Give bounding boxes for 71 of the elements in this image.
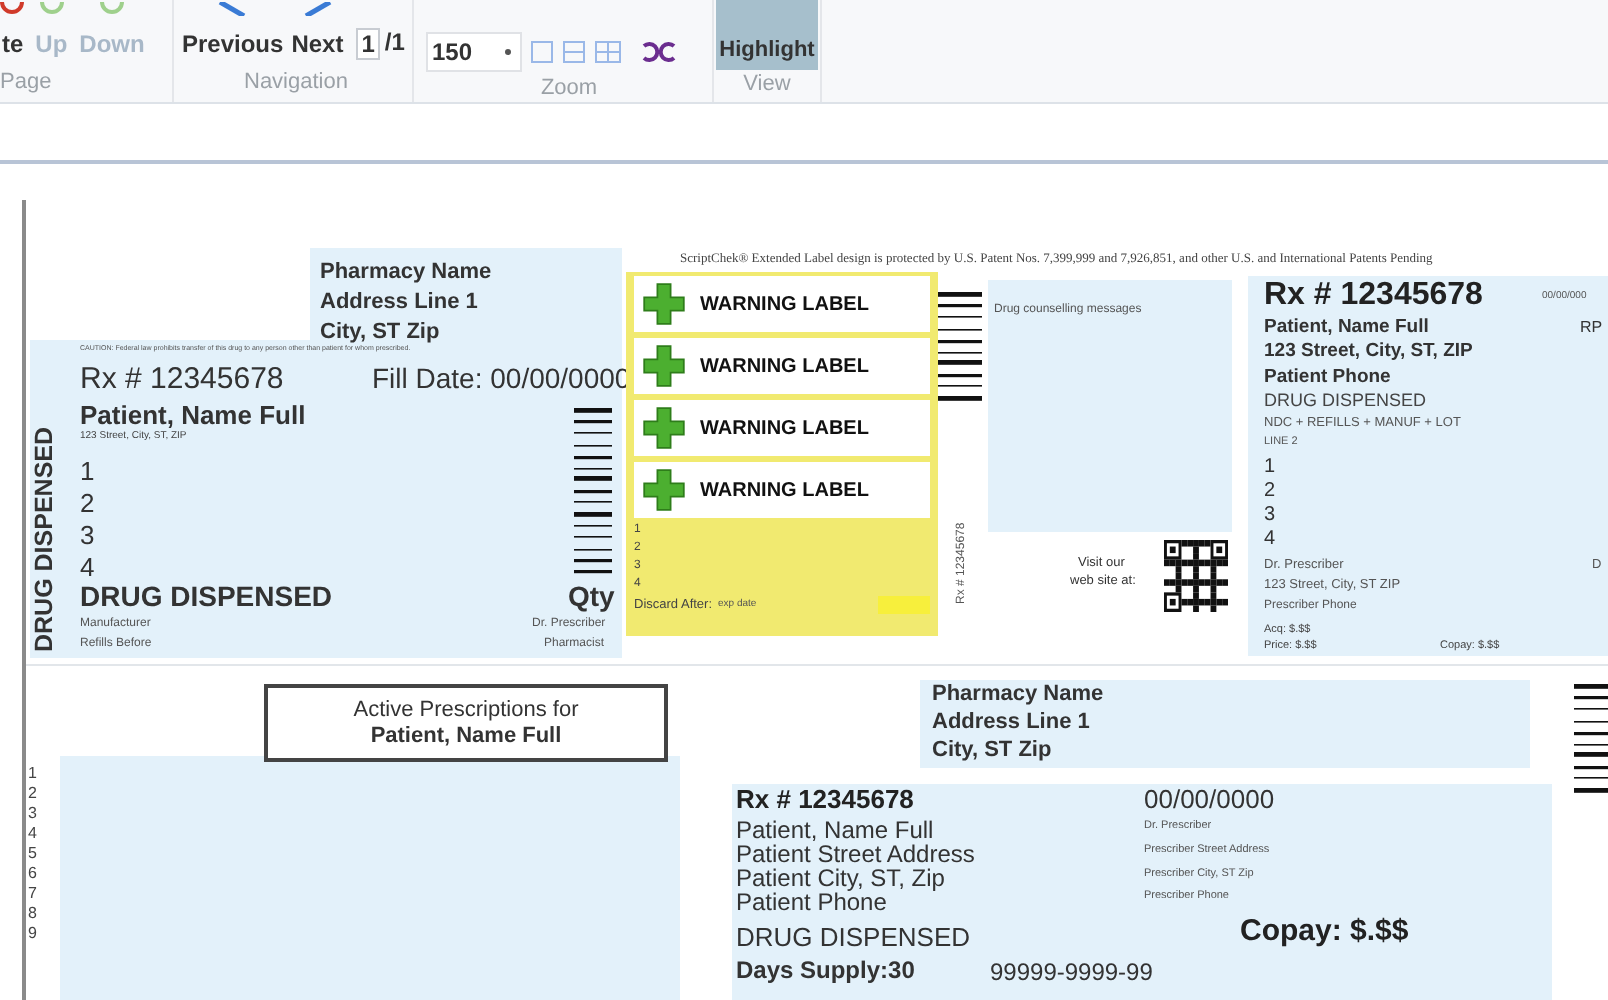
quantity-label: Qty (568, 582, 615, 610)
line-number: 3 (1264, 506, 1276, 526)
line-number: 8 (28, 904, 37, 924)
patient-text: Patient Street Address (736, 842, 975, 866)
line-number: 9 (28, 924, 37, 944)
line-number: 6 (28, 864, 37, 884)
pharmacy-text: City, ST Zip (932, 740, 1052, 762)
page-total: /1 (384, 26, 405, 60)
cross-icon (640, 468, 688, 512)
group-label: Navigation (244, 67, 348, 98)
patient-text: Patient City, ST, Zip (736, 866, 945, 890)
line-number: 1 (28, 764, 37, 784)
highlight-button[interactable]: Highlight (716, 0, 818, 70)
page-input[interactable]: 1 (355, 28, 381, 60)
ndc-text: 99999-9999-99 (990, 960, 1153, 984)
list-title: Patient, Name Full (370, 723, 562, 749)
side-drug-text: DRUG DISPENSED (32, 426, 57, 652)
line-number: 1 (1264, 458, 1276, 478)
previous-button[interactable]: Previous (180, 26, 286, 62)
patient-name: Patient, Name Full (1264, 318, 1429, 337)
patient-name: Patient, Name Full (80, 402, 306, 428)
line-number: 3 (80, 522, 95, 548)
qr-code (1164, 540, 1228, 612)
dropdown-icon[interactable] (504, 48, 512, 56)
warning-text: WARNING LABEL (700, 477, 869, 505)
patient-phone: Patient Phone (1264, 368, 1391, 387)
stamp-box (878, 596, 930, 615)
drug-name: DRUG DISPENSED (80, 582, 333, 610)
delete-button[interactable]: te (0, 26, 26, 62)
patient-text: Patient Phone (736, 890, 887, 914)
rx-number: Rx # 12345678 (80, 364, 284, 394)
date-text: 00/00/0000 (1144, 786, 1275, 812)
line-number: 1 (80, 458, 95, 484)
patient-address: 123 Street, City, ST, ZIP (1264, 342, 1473, 361)
next-button[interactable]: Next (289, 26, 346, 62)
line-number: 5 (28, 844, 37, 864)
drug-name: DRUG DISPENSED (1264, 392, 1427, 410)
pharmacy-text: Pharmacy Name (932, 684, 1104, 706)
list-title: Active Prescriptions for (353, 697, 579, 723)
pharmacy-text: Address Line 1 (932, 712, 1090, 734)
copay-text: Copay: $.$$ (1240, 916, 1409, 946)
patient-text: Patient, Name Full (736, 818, 934, 842)
cut-text: RP (1580, 320, 1603, 336)
line-number: 4 (28, 824, 37, 844)
line-number: 2 (28, 784, 37, 804)
line-number: 2 (80, 490, 95, 516)
line-number: 3 (28, 804, 37, 824)
barcode (1574, 684, 1608, 796)
line-number: 4 (1264, 530, 1276, 550)
rx-number: Rx # 12345678 (736, 786, 914, 812)
group-label: View (743, 69, 791, 100)
pharmacy-text: Address Line 1 (320, 292, 478, 314)
warning-text: WARNING LABEL (700, 353, 869, 381)
group-label: Zoom (540, 73, 598, 104)
warning-text: WARNING LABEL (700, 291, 869, 319)
cross-icon (640, 406, 688, 450)
fill-date: Fill Date: 00/00/0000 (372, 364, 631, 392)
pharmacy-text: Pharmacy Name (320, 262, 492, 284)
line-number: 2 (1264, 482, 1276, 502)
group-label: Page (0, 67, 52, 98)
zoom-select[interactable]: 150 (426, 32, 522, 72)
rx-number: Rx # 12345678 (1264, 280, 1483, 312)
line-number: 4 (80, 554, 95, 580)
drug-name: DRUG DISPENSED (736, 924, 971, 950)
days-supply: Days Supply:30 (736, 958, 915, 982)
cross-icon (640, 344, 688, 388)
cross-icon (640, 282, 688, 326)
line-number: 7 (28, 884, 37, 904)
warning-text: WARNING LABEL (700, 415, 869, 443)
pharmacy-text: City, ST Zip (320, 322, 440, 344)
barcode (938, 292, 982, 404)
